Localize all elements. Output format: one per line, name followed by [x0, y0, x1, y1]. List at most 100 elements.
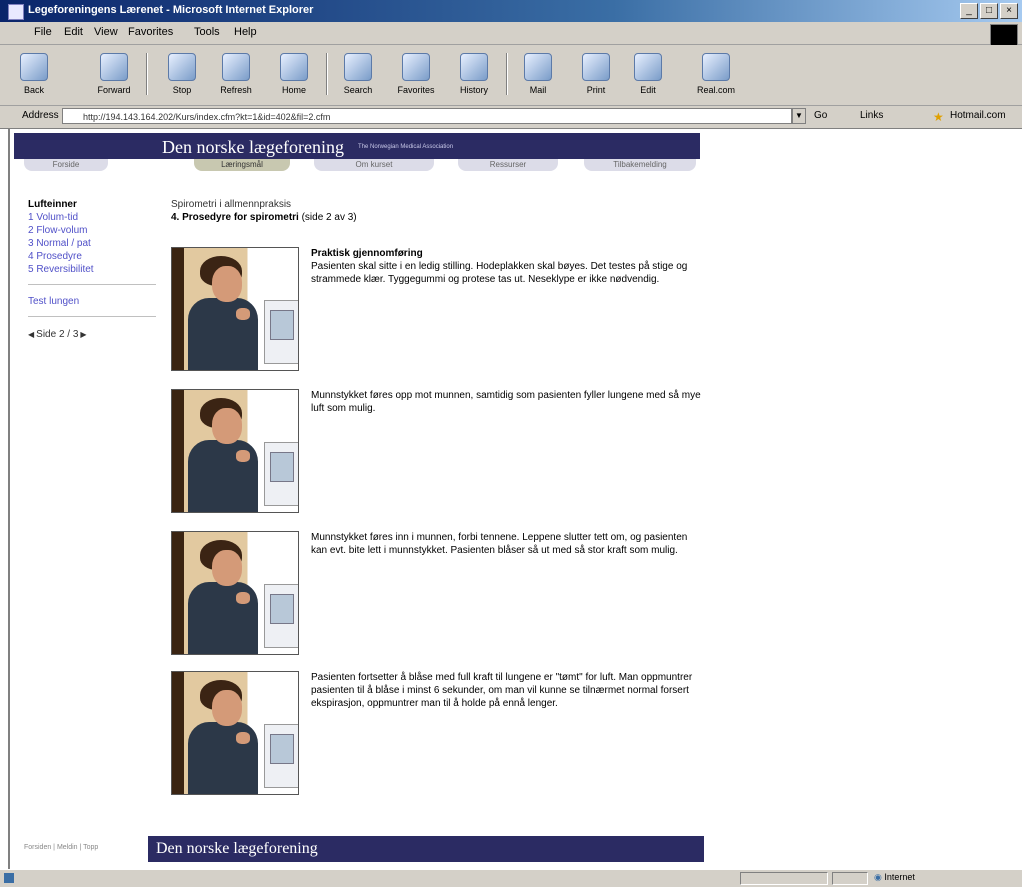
print-icon	[582, 53, 610, 81]
forward-arrow-icon	[100, 53, 128, 81]
step-text: Munnstykket føres opp mot munnen, samtid…	[311, 389, 703, 415]
section-page-suffix: (side 2 av 3)	[298, 212, 357, 223]
photo-person-hand	[236, 732, 250, 744]
prev-page-icon[interactable]: ◀	[28, 330, 34, 339]
sidebar-heading: Lufteinner	[28, 199, 77, 210]
realcom-button[interactable]: Real.com	[694, 51, 738, 99]
toolbar-separator	[326, 53, 328, 95]
menu-view[interactable]: View	[94, 26, 118, 38]
photo-spirometer-screen	[270, 734, 294, 764]
step-text: Munnstykket føres inn i munnen, forbi te…	[311, 531, 703, 557]
photo-person-hand	[236, 450, 250, 462]
mail-icon	[524, 53, 552, 81]
page-footer: Forsiden | Meldin | Topp Den norske læge…	[14, 836, 704, 862]
search-label: Search	[343, 85, 373, 95]
forward-button[interactable]: Forward	[92, 51, 136, 99]
address-input[interactable]: http://194.143.164.202/Kurs/index.cfm?kt…	[62, 108, 792, 124]
divider	[28, 316, 156, 317]
sidebar-item-prosedyre[interactable]: 4 Prosedyre	[28, 250, 158, 263]
photo-wall	[172, 532, 184, 654]
tab-forside[interactable]: Forside	[24, 159, 108, 171]
refresh-label: Refresh	[220, 85, 252, 95]
sidebar-item-reversibilitet[interactable]: 5 Reversibilitet	[28, 263, 158, 276]
step-description: Munnstykket føres inn i munnen, forbi te…	[311, 532, 688, 556]
forward-label: Forward	[97, 85, 131, 95]
go-button[interactable]: Go	[814, 110, 827, 121]
home-icon	[280, 53, 308, 81]
search-icon	[344, 53, 372, 81]
history-label: History	[459, 85, 488, 95]
search-button[interactable]: Search	[336, 51, 380, 99]
page-status-icon	[4, 873, 14, 883]
stop-button[interactable]: Stop	[160, 51, 204, 99]
address-dropdown-icon[interactable]: ▼	[792, 108, 806, 124]
edit-icon	[634, 53, 662, 81]
sidebar-item-normal-pat[interactable]: 3 Normal / pat	[28, 237, 158, 250]
status-pane	[740, 872, 828, 885]
menu-tools[interactable]: Tools	[194, 26, 220, 38]
history-icon	[460, 53, 488, 81]
address-bar: Address http://194.143.164.202/Kurs/inde…	[0, 106, 1022, 129]
page-title: 4. Prosedyre for spirometri (side 2 av 3…	[171, 212, 711, 223]
step-description: Munnstykket føres opp mot munnen, samtid…	[311, 390, 701, 414]
photo-person-face	[212, 550, 242, 586]
menu-edit[interactable]: Edit	[64, 26, 83, 38]
favorites-label: Favorites	[397, 85, 435, 95]
photo-spirometer-screen	[270, 594, 294, 624]
menu-file[interactable]: File	[34, 26, 52, 38]
menu-favorites[interactable]: Favorites	[128, 26, 173, 38]
sidebar-item-volum-tid[interactable]: 1 Volum-tid	[28, 211, 158, 224]
zone-label: Internet	[884, 872, 915, 882]
main-content: Spirometri i allmennpraksis 4. Prosedyre…	[171, 199, 711, 795]
back-button[interactable]: Back	[12, 51, 56, 99]
tab-ressurser[interactable]: Ressurser	[458, 159, 558, 171]
footer-links[interactable]: Forsiden | Meldin | Topp	[24, 844, 98, 851]
globe-icon: ◉	[874, 872, 882, 882]
photo-wall	[172, 390, 184, 512]
mail-button[interactable]: Mail	[516, 51, 560, 99]
divider	[28, 284, 156, 285]
history-button[interactable]: History	[452, 51, 496, 99]
photo-spirometer-screen	[270, 452, 294, 482]
footer-title: Den norske lægeforening	[156, 840, 318, 857]
back-arrow-icon	[20, 53, 48, 81]
procedure-photo	[171, 389, 299, 513]
photo-wall	[172, 248, 184, 370]
toolbar-separator	[506, 53, 508, 95]
step-text: Pasienten fortsetter å blåse med full kr…	[311, 671, 703, 710]
close-button[interactable]: ×	[1000, 3, 1018, 19]
print-label: Print	[586, 85, 606, 95]
hotmail-link[interactable]: Hotmail.com	[950, 110, 1006, 121]
tab-laeringsmal[interactable]: Læringsmål	[194, 159, 290, 171]
photo-spirometer-screen	[270, 310, 294, 340]
window-title: Legeforeningens Lærenet - Microsoft Inte…	[28, 4, 314, 16]
minimize-button[interactable]: _	[960, 3, 978, 19]
procedure-photo	[171, 671, 299, 795]
home-label: Home	[281, 85, 306, 95]
tab-tilbakemelding[interactable]: Tilbakemelding	[584, 159, 696, 171]
tab-om-kurset[interactable]: Om kurset	[314, 159, 434, 171]
step-description: Pasienten fortsetter å blåse med full kr…	[311, 672, 693, 709]
favorites-button[interactable]: Favorites	[394, 51, 438, 99]
menu-help[interactable]: Help	[234, 26, 257, 38]
refresh-button[interactable]: Refresh	[214, 51, 258, 99]
photo-person-face	[212, 408, 242, 444]
realcom-icon	[702, 53, 730, 81]
status-pane	[832, 872, 868, 885]
photo-person-face	[212, 266, 242, 302]
maximize-button[interactable]: □	[980, 3, 998, 19]
ie-app-icon	[8, 4, 24, 20]
step-title: Praktisk gjennomføring	[311, 248, 423, 259]
test-lungen-link[interactable]: Test lungen	[28, 295, 158, 308]
step-text: Praktisk gjennomføring Pasienten skal si…	[311, 247, 703, 286]
sidebar-item-flow-volum[interactable]: 2 Flow-volum	[28, 224, 158, 237]
title-bar: Legeforeningens Lærenet - Microsoft Inte…	[0, 0, 1022, 22]
home-button[interactable]: Home	[272, 51, 316, 99]
realcom-label: Real.com	[696, 85, 735, 95]
stop-label: Stop	[172, 85, 192, 95]
print-button[interactable]: Print	[574, 51, 618, 99]
links-button[interactable]: Links	[860, 110, 883, 121]
edit-button[interactable]: Edit	[626, 51, 670, 99]
refresh-icon	[222, 53, 250, 81]
next-page-icon[interactable]: ▶	[80, 330, 86, 339]
